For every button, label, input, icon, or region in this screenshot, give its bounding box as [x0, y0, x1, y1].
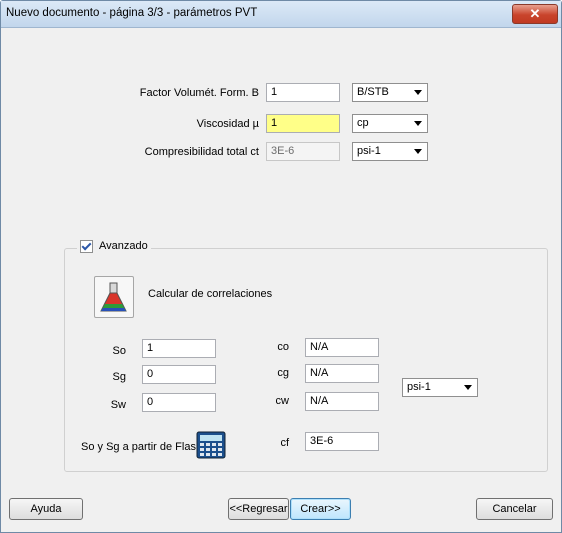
chevron-down-icon — [464, 385, 472, 390]
b-factor-input[interactable]: 1 — [266, 83, 340, 102]
so-label: So — [112, 345, 126, 357]
flash-calculator-button[interactable] — [196, 431, 226, 459]
advanced-label: Avanzado — [99, 240, 148, 252]
compressibility-unit-select-adv[interactable]: psi-1 — [402, 378, 478, 397]
cg-label: cg — [277, 367, 289, 379]
help-button[interactable]: Ayuda — [9, 498, 83, 520]
compressibility-label: Compresibilidad total ct — [144, 146, 259, 158]
chevron-down-icon — [414, 121, 422, 126]
sg-label: Sg — [112, 371, 126, 383]
viscosity-input[interactable]: 1 — [266, 114, 340, 133]
cancel-button[interactable]: Cancelar — [476, 498, 553, 520]
compressibility-input: 3E-6 — [266, 142, 340, 161]
viscosity-unit-value: cp — [357, 117, 369, 129]
viscosity-unit-select[interactable]: cp — [352, 114, 428, 133]
dialog-window: Nuevo documento - página 3/3 - parámetro… — [0, 0, 562, 533]
compressibility-unit-select[interactable]: psi-1 — [352, 142, 428, 161]
sw-label: Sw — [110, 399, 126, 411]
flash-label: So y Sg a partir de Flash — [81, 441, 203, 453]
b-unit-select[interactable]: B/STB — [352, 83, 428, 102]
cw-input[interactable]: N/A — [305, 392, 379, 411]
sg-input[interactable]: 0 — [142, 365, 216, 384]
flask-icon — [100, 282, 127, 312]
chevron-down-icon — [414, 90, 422, 95]
close-icon: ✕ — [529, 6, 541, 21]
correlations-button[interactable] — [94, 276, 134, 318]
cf-input[interactable]: 3E-6 — [305, 432, 379, 451]
chevron-down-icon — [414, 149, 422, 154]
viscosity-label: Viscosidad µ — [196, 118, 259, 130]
so-input[interactable]: 1 — [142, 339, 216, 358]
compressibility-unit-value: psi-1 — [357, 145, 381, 157]
co-label: co — [277, 341, 289, 353]
checkbox-checked-icon[interactable] — [80, 239, 93, 253]
calculator-icon — [196, 431, 226, 459]
close-button[interactable]: ✕ — [512, 4, 558, 24]
create-button[interactable]: Crear>> — [290, 498, 351, 520]
b-unit-value: B/STB — [357, 86, 389, 98]
cg-input[interactable]: N/A — [305, 364, 379, 383]
sw-input[interactable]: 0 — [142, 393, 216, 412]
title-bar[interactable]: Nuevo documento - página 3/3 - parámetro… — [1, 1, 561, 28]
co-input[interactable]: N/A — [305, 338, 379, 357]
cw-label: cw — [275, 395, 289, 407]
correlations-label: Calcular de correlaciones — [148, 288, 273, 300]
b-factor-label: Factor Volumét. Form. B — [139, 87, 259, 99]
back-button[interactable]: <<Regresar — [228, 498, 289, 520]
cf-label: cf — [280, 437, 289, 449]
adv-unit-value: psi-1 — [407, 381, 431, 393]
advanced-checkbox[interactable]: Avanzado — [77, 237, 151, 255]
window-title: Nuevo documento - página 3/3 - parámetro… — [6, 7, 258, 19]
